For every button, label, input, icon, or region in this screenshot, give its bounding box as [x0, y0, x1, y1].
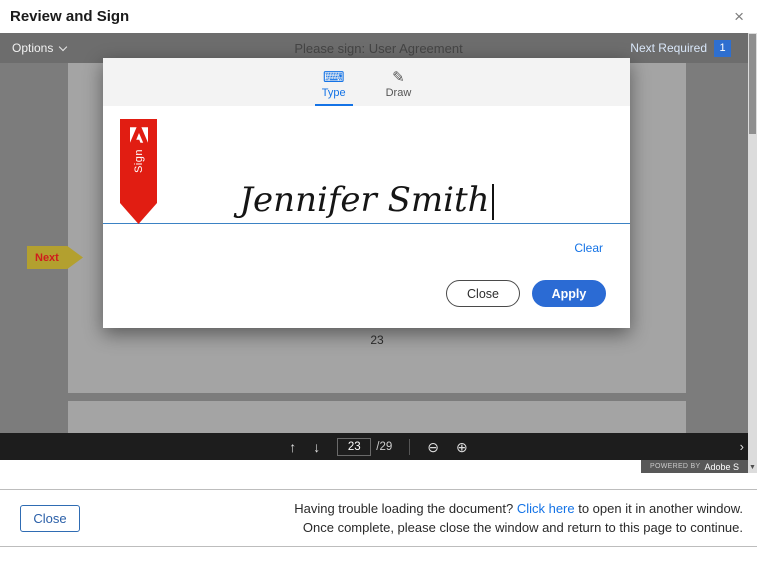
next-required-label: Next Required: [630, 41, 707, 55]
page-footer: Close Having trouble loading the documen…: [0, 489, 757, 547]
tab-draw-label: Draw: [386, 87, 412, 99]
document-page-next: [68, 401, 686, 433]
tab-type[interactable]: ⌨ Type: [315, 70, 353, 106]
toolbar-divider: [409, 439, 410, 455]
signature-input-area[interactable]: Sign Jennifer Smith: [103, 106, 630, 224]
tab-draw[interactable]: ✎ Draw: [379, 70, 419, 106]
signature-tabs: ⌨ Type ✎ Draw: [103, 58, 630, 106]
modal-close-button[interactable]: Close: [446, 280, 520, 307]
viewer-toolbar: ↑ ↓ 23 /29 ⊖ ⊕ ›: [0, 433, 757, 460]
pen-icon: ✎: [392, 70, 405, 85]
next-field-arrow-label: Next: [35, 252, 59, 264]
typed-signature[interactable]: Jennifer Smith: [239, 180, 493, 223]
text-cursor: [492, 184, 494, 220]
clear-link[interactable]: Clear: [574, 241, 603, 255]
chevron-down-icon: [59, 42, 67, 50]
help-line2: Once complete, please close the window a…: [303, 520, 743, 535]
zoom-in-icon[interactable]: ⊕: [456, 440, 468, 454]
zoom-out-icon[interactable]: ⊖: [427, 440, 439, 454]
footer-close-button[interactable]: Close: [20, 505, 80, 532]
page-total-label: /29: [376, 441, 392, 453]
next-required-count-badge: 1: [714, 40, 731, 57]
page-number-label: 23: [68, 333, 686, 347]
sign-ribbon-label: Sign: [133, 149, 145, 173]
powered-by-row: POWERED BY Adobe S: [0, 460, 757, 473]
powered-by-brand: Adobe S: [704, 462, 739, 472]
scrollbar-thumb[interactable]: [749, 34, 756, 134]
apply-button[interactable]: Apply: [532, 280, 606, 307]
adobe-logo-icon: [130, 127, 148, 143]
powered-by-prefix: POWERED BY: [650, 463, 700, 470]
page-up-icon[interactable]: ↑: [289, 440, 296, 454]
scrollbar[interactable]: ▼: [748, 33, 757, 473]
help-line1-pre: Having trouble loading the document?: [294, 501, 517, 516]
window-titlebar: Review and Sign ×: [0, 0, 757, 33]
tab-type-label: Type: [322, 87, 346, 99]
footer-help-text: Having trouble loading the document? Cli…: [80, 499, 743, 538]
page-down-icon[interactable]: ↓: [313, 440, 320, 454]
document-viewer: Options Please sign: User Agreement Next…: [0, 33, 757, 473]
options-menu[interactable]: Options: [12, 41, 66, 55]
help-line1-post: to open it in another window.: [575, 501, 743, 516]
signature-text: Jennifer Smith: [239, 180, 489, 220]
adobe-sign-ribbon: Sign: [120, 119, 157, 224]
next-required-indicator[interactable]: Next Required 1: [630, 40, 745, 57]
window-title: Review and Sign: [10, 8, 129, 25]
keyboard-icon: ⌨: [323, 70, 345, 85]
powered-by-badge: POWERED BY Adobe S: [641, 460, 748, 473]
click-here-link[interactable]: Click here: [517, 501, 575, 516]
close-icon[interactable]: ×: [734, 8, 744, 25]
page-number-input[interactable]: 23: [337, 438, 371, 456]
signature-modal: ⌨ Type ✎ Draw Sign Jennifer Smith Clear: [103, 58, 630, 328]
scrollbar-down-icon[interactable]: ▼: [748, 463, 757, 473]
expand-panel-icon[interactable]: ›: [740, 439, 744, 454]
options-label: Options: [12, 41, 53, 55]
